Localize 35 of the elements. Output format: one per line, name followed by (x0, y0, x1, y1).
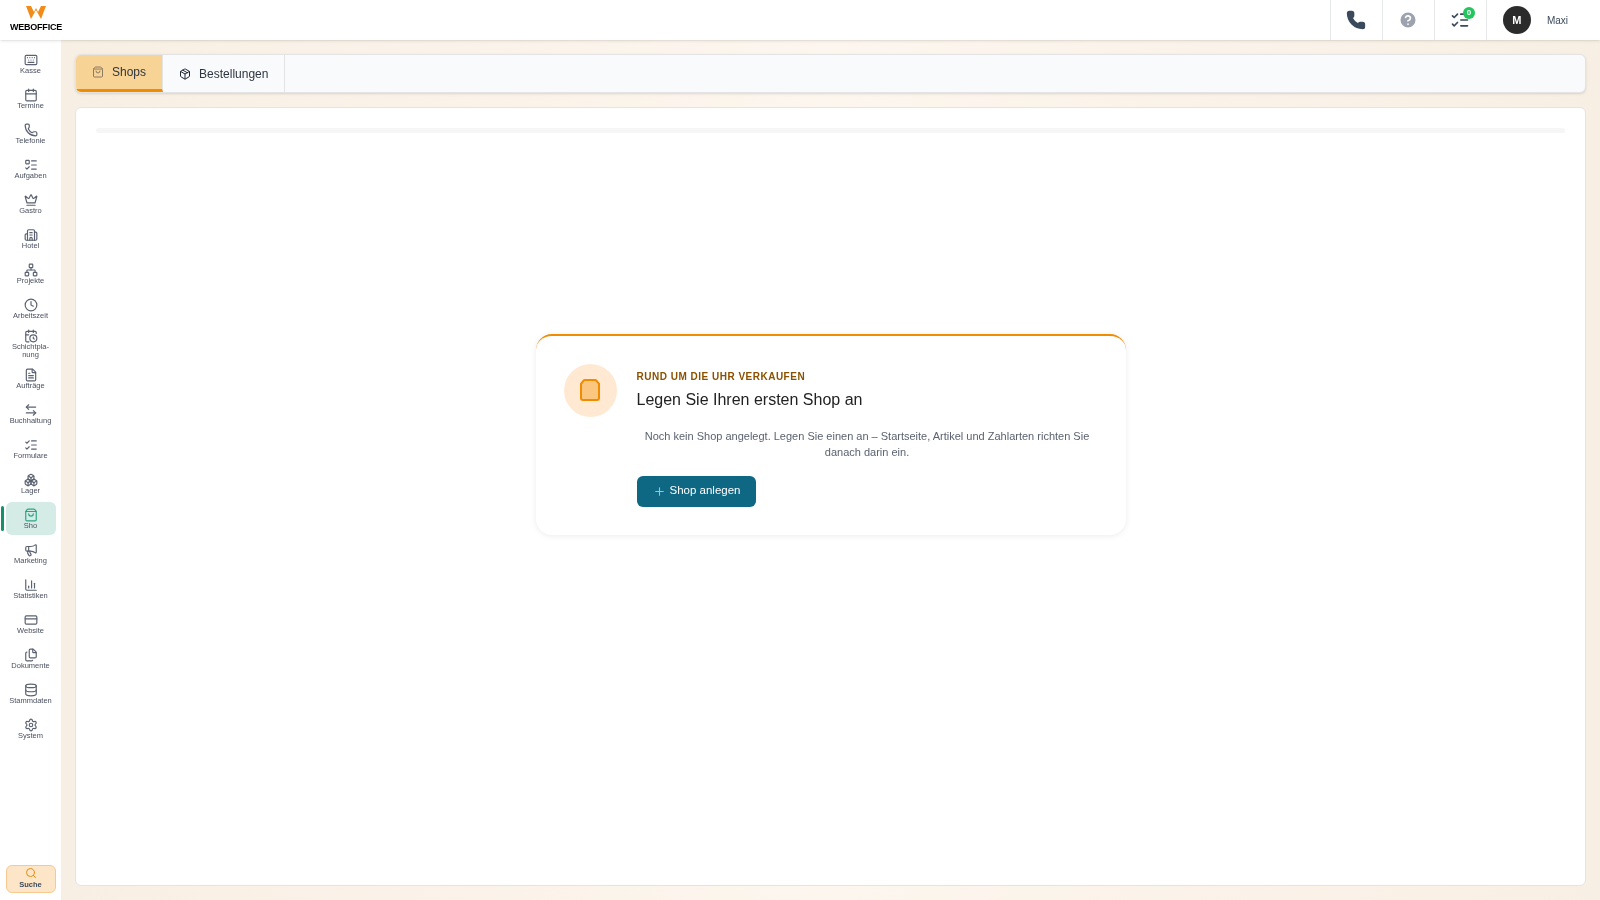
crown-icon (23, 192, 38, 207)
keyboard-icon (23, 52, 38, 67)
brand-name: WEBOFFICE (10, 21, 62, 35)
database-icon (23, 682, 38, 697)
nodes-icon (23, 262, 38, 277)
create-shop-button[interactable]: Shop anlegen (636, 475, 757, 507)
document-icon (23, 367, 38, 382)
card-title: Legen Sie Ihren ersten Shop an (636, 389, 864, 410)
building-icon (23, 227, 38, 242)
files-icon (23, 647, 38, 662)
megaphone-icon (23, 542, 38, 557)
calendar-clock-icon (23, 328, 38, 343)
tab[interactable]: Shops (76, 55, 164, 92)
calendar-icon (23, 87, 38, 102)
phone-icon (1346, 10, 1367, 30)
card-description: Noch kein Shop angelegt. Legen Sie einen an – Startseite, Artikel und Zahlarten richten Sie danach darin ein. (643, 428, 1091, 460)
search-icon (24, 867, 37, 880)
help-icon (1398, 10, 1419, 30)
plus-icon (652, 484, 666, 498)
checklist-icon (1450, 10, 1471, 30)
user-avatar[interactable]: M (1502, 6, 1531, 34)
browser-window-icon (23, 612, 38, 627)
phone-icon (23, 122, 38, 137)
user-name[interactable]: Maxi (1546, 12, 1568, 28)
settings-icon (23, 717, 38, 732)
bar-chart-icon (23, 577, 38, 592)
task-count-badge: 0 (1462, 7, 1475, 19)
checklist-icon (23, 437, 38, 452)
eyebrow-text: RUND UM DIE UHR VERKAUFEN (636, 369, 807, 384)
tab[interactable]: Bestellungen (163, 55, 286, 92)
clock-icon (23, 297, 38, 312)
arrows-icon (23, 402, 38, 417)
task-list-icon (23, 157, 38, 172)
box-icon (179, 67, 192, 80)
boxes-icon (23, 472, 38, 487)
